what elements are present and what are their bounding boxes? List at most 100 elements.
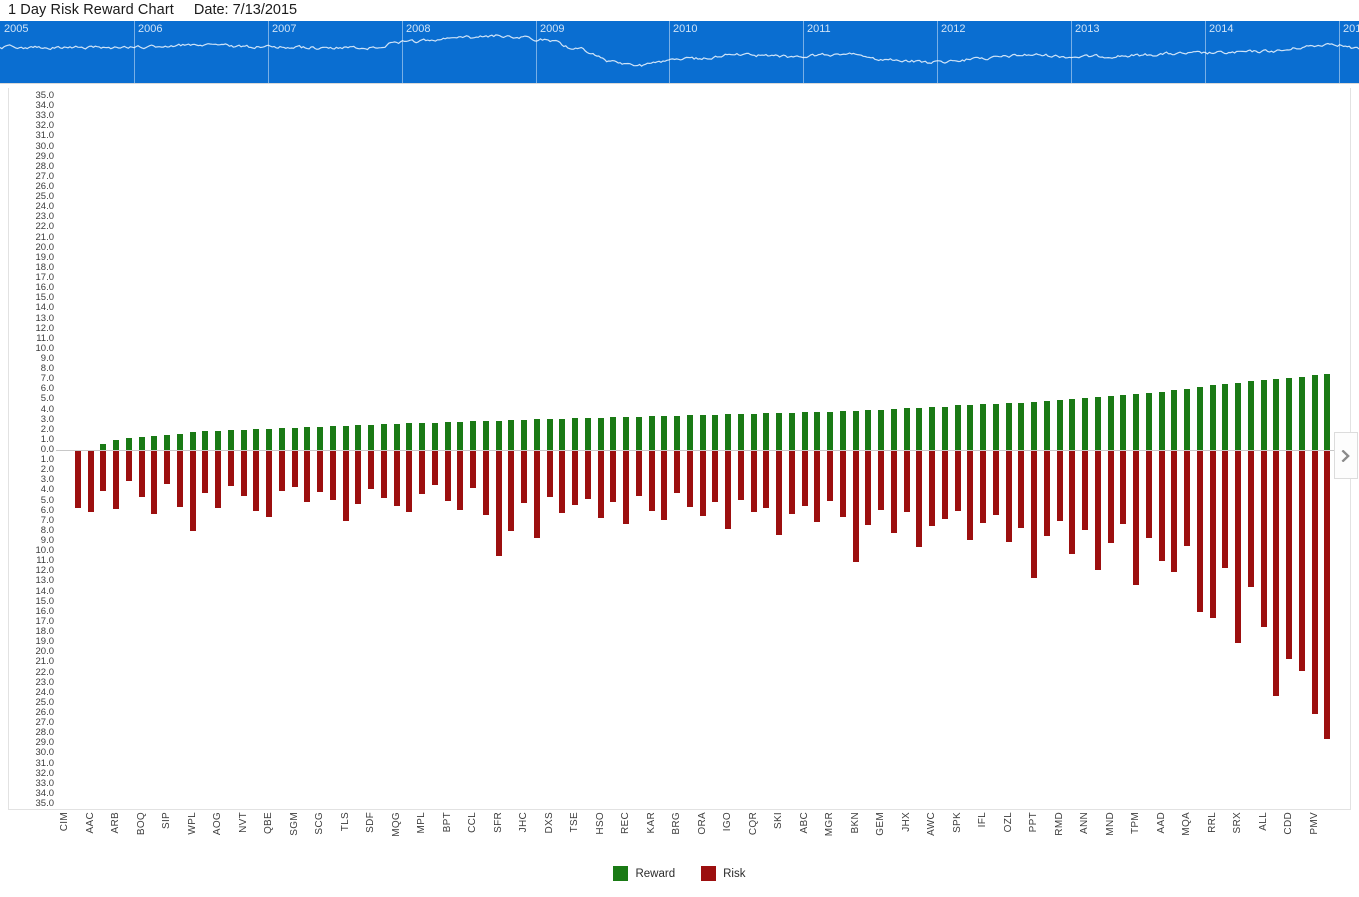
risk-bar[interactable] — [699, 451, 706, 516]
reward-bar[interactable] — [699, 414, 706, 450]
risk-bar[interactable] — [801, 451, 808, 506]
risk-bar[interactable] — [776, 451, 782, 535]
reward-bar[interactable] — [482, 420, 489, 450]
reward-bar[interactable] — [521, 419, 527, 450]
risk-bar[interactable] — [342, 451, 349, 521]
risk-bar[interactable] — [1107, 451, 1114, 544]
risk-bar[interactable] — [890, 451, 897, 533]
risk-bar[interactable] — [291, 451, 298, 488]
reward-bar[interactable] — [431, 422, 438, 450]
reward-bar[interactable] — [1094, 397, 1101, 450]
reward-bar[interactable] — [903, 407, 910, 450]
reward-bar[interactable] — [240, 429, 247, 450]
risk-bar[interactable] — [380, 451, 387, 498]
risk-bar[interactable] — [1056, 451, 1063, 521]
risk-bar[interactable] — [1196, 451, 1203, 612]
risk-bar[interactable] — [1171, 451, 1178, 573]
risk-bar[interactable] — [954, 451, 961, 511]
risk-bar[interactable] — [546, 451, 553, 497]
reward-bar[interactable] — [610, 416, 617, 450]
reward-bar[interactable] — [278, 427, 285, 450]
risk-bar[interactable] — [457, 451, 464, 510]
risk-bar[interactable] — [1031, 451, 1037, 579]
reward-bar[interactable] — [712, 414, 719, 450]
risk-bar[interactable] — [521, 451, 527, 503]
reward-bar[interactable] — [317, 426, 323, 450]
risk-bar[interactable] — [495, 451, 502, 557]
risk-bar[interactable] — [610, 451, 617, 502]
reward-bar[interactable] — [801, 411, 808, 450]
reward-bar[interactable] — [814, 411, 821, 450]
risk-bar[interactable] — [100, 451, 107, 492]
risk-bar[interactable] — [572, 451, 578, 505]
reward-bar[interactable] — [572, 417, 578, 450]
risk-bar[interactable] — [202, 451, 209, 494]
reward-bar[interactable] — [865, 409, 872, 450]
risk-bar[interactable] — [559, 451, 566, 513]
reward-bar[interactable] — [342, 425, 349, 450]
reward-bar[interactable] — [737, 413, 744, 450]
reward-bar[interactable] — [954, 405, 961, 450]
risk-bar[interactable] — [1184, 451, 1190, 547]
reward-bar[interactable] — [1043, 401, 1050, 450]
reward-bar[interactable] — [215, 430, 221, 450]
risk-bar[interactable] — [750, 451, 757, 512]
risk-bar[interactable] — [278, 451, 285, 492]
reward-bar[interactable] — [597, 417, 604, 450]
risk-bar[interactable] — [253, 451, 260, 511]
risk-bar[interactable] — [1120, 451, 1127, 524]
reward-bar[interactable] — [776, 412, 782, 450]
reward-bar[interactable] — [1311, 375, 1318, 450]
risk-bar[interactable] — [151, 451, 158, 514]
reward-bar[interactable] — [1145, 393, 1152, 450]
risk-bar[interactable] — [712, 451, 719, 502]
reward-bar[interactable] — [291, 427, 298, 450]
reward-bar[interactable] — [253, 428, 260, 450]
reward-bar[interactable] — [878, 409, 884, 450]
risk-bar[interactable] — [1235, 451, 1241, 644]
risk-bar[interactable] — [355, 451, 362, 504]
reward-bar[interactable] — [686, 414, 693, 450]
reward-bar[interactable] — [916, 407, 923, 450]
reward-bar[interactable] — [1273, 379, 1280, 450]
reward-bar[interactable] — [941, 406, 948, 450]
legend-item-risk[interactable]: Risk — [701, 866, 746, 881]
risk-bar[interactable] — [1222, 451, 1229, 569]
reward-bar[interactable] — [125, 437, 132, 450]
reward-bar[interactable] — [852, 410, 859, 450]
reward-bar[interactable] — [508, 419, 515, 450]
reward-bar[interactable] — [1107, 396, 1114, 450]
risk-bar[interactable] — [87, 451, 94, 512]
reward-bar[interactable] — [1184, 389, 1190, 450]
reward-bar[interactable] — [1056, 400, 1063, 450]
risk-bar[interactable] — [686, 451, 693, 507]
risk-bar[interactable] — [865, 451, 872, 525]
risk-bar[interactable] — [470, 451, 476, 489]
reward-bar[interactable] — [559, 418, 566, 450]
risk-bar[interactable] — [788, 451, 795, 514]
risk-bar[interactable] — [176, 451, 183, 507]
risk-bar[interactable] — [839, 451, 846, 517]
risk-bar[interactable] — [916, 451, 923, 548]
risk-bar[interactable] — [444, 451, 451, 501]
risk-bar[interactable] — [125, 451, 132, 482]
risk-bar[interactable] — [406, 451, 413, 512]
reward-bar[interactable] — [355, 424, 362, 450]
risk-bar[interactable] — [725, 451, 731, 529]
reward-bar[interactable] — [1286, 378, 1292, 450]
reward-bar[interactable] — [189, 431, 196, 450]
risk-bar[interactable] — [1260, 451, 1267, 627]
reward-bar[interactable] — [202, 430, 209, 450]
reward-bar[interactable] — [546, 418, 553, 450]
risk-bar[interactable] — [1018, 451, 1025, 528]
risk-bar[interactable] — [1094, 451, 1101, 571]
reward-bar[interactable] — [750, 413, 757, 450]
reward-bar[interactable] — [674, 415, 680, 450]
risk-bar[interactable] — [967, 451, 974, 540]
reward-bar[interactable] — [1324, 374, 1331, 450]
reward-bar[interactable] — [164, 434, 170, 450]
risk-bar[interactable] — [482, 451, 489, 515]
risk-bar[interactable] — [1298, 451, 1305, 672]
risk-bar[interactable] — [74, 451, 81, 508]
reward-bar[interactable] — [1005, 403, 1012, 450]
